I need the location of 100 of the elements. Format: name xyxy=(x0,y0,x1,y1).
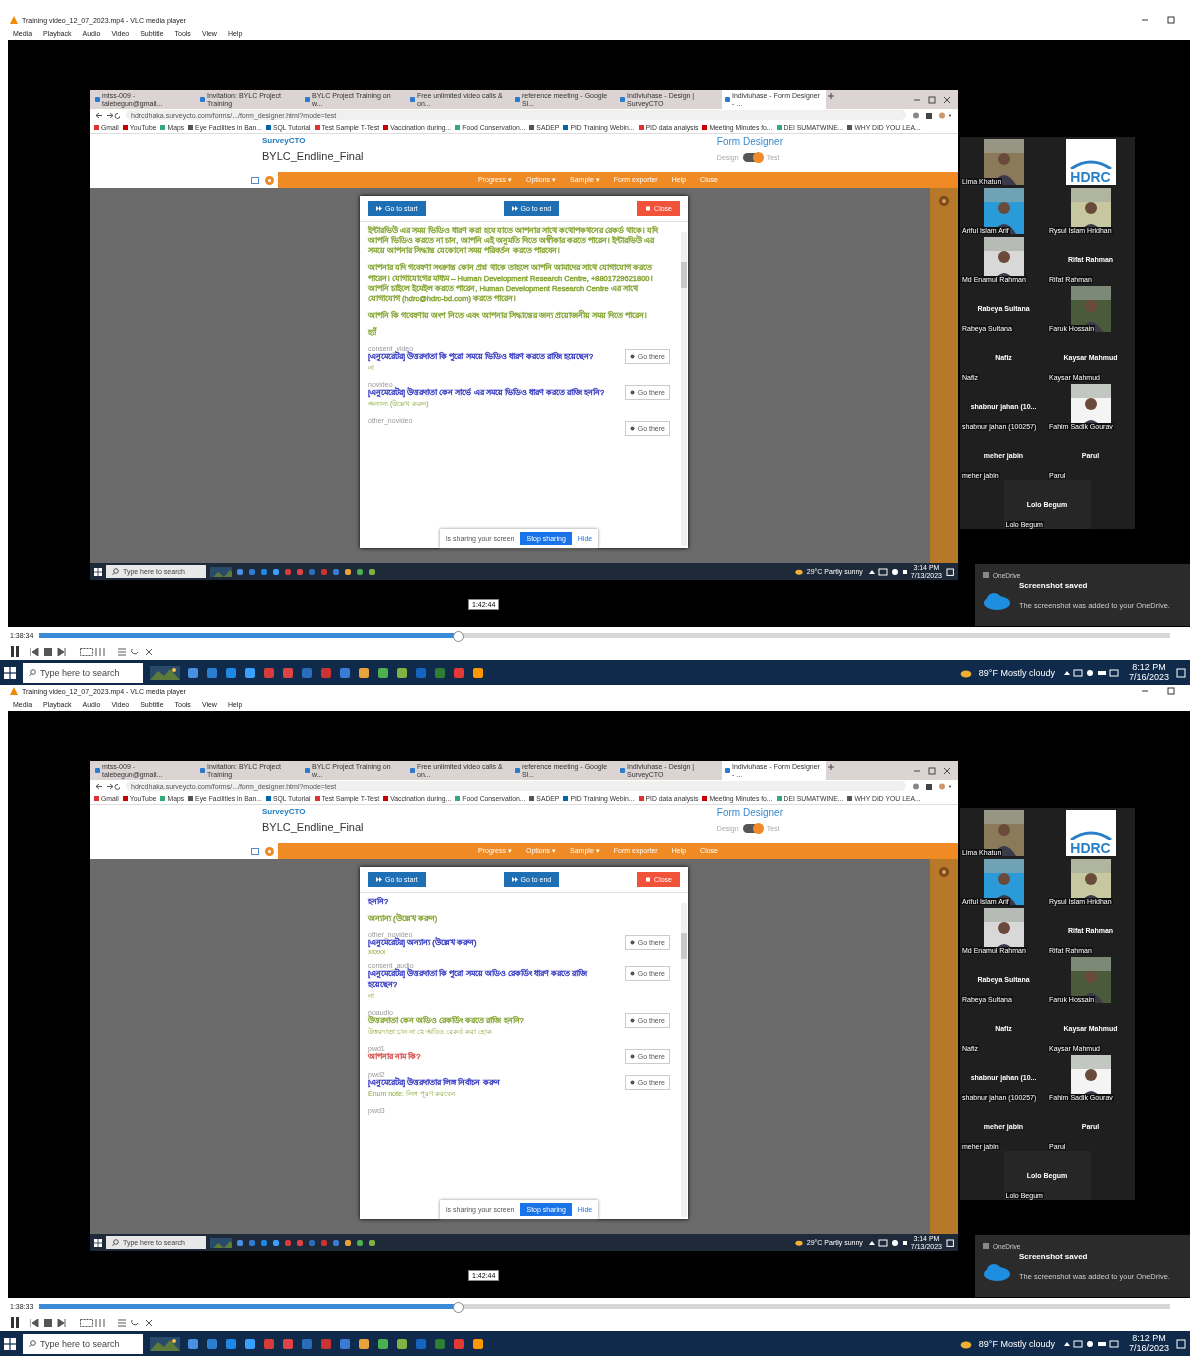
app-icon[interactable] xyxy=(206,666,218,679)
app-icon[interactable] xyxy=(396,666,408,679)
system-tray-icon xyxy=(866,567,907,576)
app-icon[interactable] xyxy=(339,1337,351,1350)
bookmark-icon xyxy=(94,795,99,801)
toggle-switch[interactable] xyxy=(742,153,763,162)
cloud-icon xyxy=(794,568,803,575)
app-icon[interactable] xyxy=(244,666,256,679)
navigation-icon[interactable] xyxy=(96,782,120,790)
search-field[interactable]: Type here to search xyxy=(23,662,143,683)
bookmark-icon xyxy=(160,124,166,130)
app-icon[interactable] xyxy=(263,666,275,679)
app-icon[interactable] xyxy=(206,1337,218,1350)
bookmark-icon xyxy=(529,795,535,801)
bookmark-icon xyxy=(455,795,461,801)
app-icon[interactable] xyxy=(434,666,446,679)
bookmark-icon xyxy=(776,795,782,801)
extension-icon[interactable] xyxy=(912,111,952,119)
bookmark-icon xyxy=(847,124,853,130)
seek-thumb[interactable] xyxy=(452,630,464,642)
bookmark-icon xyxy=(563,795,569,801)
circle-icon[interactable] xyxy=(939,196,949,206)
favicon-icon xyxy=(305,97,310,102)
traffic-cone-icon xyxy=(10,16,18,24)
windows-start-icon[interactable] xyxy=(94,1238,102,1247)
bookmark-icon xyxy=(383,795,389,801)
app-icon[interactable] xyxy=(377,666,389,679)
app-icon[interactable] xyxy=(282,666,294,679)
notification-icon[interactable] xyxy=(946,567,954,576)
bookmark-icon xyxy=(122,795,128,801)
app-icon[interactable] xyxy=(377,1337,389,1350)
notification-icon[interactable] xyxy=(1176,1338,1186,1349)
app-icon[interactable] xyxy=(453,1337,465,1350)
app-icon[interactable] xyxy=(225,666,237,679)
bookmark-icon xyxy=(188,124,194,130)
search-icon xyxy=(29,1340,36,1347)
dot-icon xyxy=(629,354,635,360)
bookmark-icon xyxy=(847,795,853,801)
app-icon[interactable] xyxy=(244,1337,256,1350)
skip-icon xyxy=(376,877,382,882)
app-icon[interactable] xyxy=(320,666,332,679)
gear-icon[interactable] xyxy=(265,175,274,185)
search-field[interactable]: Type here to search xyxy=(23,1333,143,1354)
app-icon[interactable] xyxy=(263,1337,275,1350)
window-controls-icon[interactable] xyxy=(912,95,952,104)
app-icon[interactable] xyxy=(358,1337,370,1350)
app-icon[interactable] xyxy=(187,666,199,679)
fullscreen-icon[interactable] xyxy=(80,1318,108,1327)
system-tray-icon xyxy=(1061,668,1122,677)
skip-icon xyxy=(511,877,518,882)
app-icon[interactable] xyxy=(282,1337,294,1350)
bookmark-icon xyxy=(94,124,99,130)
app-icon[interactable] xyxy=(472,666,484,679)
app-icon[interactable] xyxy=(358,666,370,679)
scrollbar-thumb[interactable] xyxy=(681,933,687,959)
app-icon[interactable] xyxy=(320,1337,332,1350)
favicon-icon xyxy=(200,97,205,102)
bookmark-icon xyxy=(160,795,166,801)
fullscreen-icon[interactable] xyxy=(80,647,108,656)
app-icon[interactable] xyxy=(339,666,351,679)
brand-logo: SurveyCTO xyxy=(262,136,307,145)
new-tab-icon[interactable] xyxy=(827,761,835,773)
windows-start-icon[interactable] xyxy=(94,567,102,576)
notification-icon[interactable] xyxy=(1176,667,1186,678)
bookmark-icon xyxy=(638,795,644,801)
app-icon[interactable] xyxy=(472,1337,484,1350)
gear-icon[interactable] xyxy=(265,846,274,856)
toast-title: Screenshot saved xyxy=(1019,1252,1089,1263)
circle-icon[interactable] xyxy=(939,867,949,877)
favicon-icon xyxy=(620,768,625,773)
app-icon[interactable] xyxy=(301,1337,313,1350)
calendar-icon[interactable] xyxy=(251,847,259,855)
navigation-icon[interactable] xyxy=(96,111,120,119)
bookmark-icon xyxy=(265,795,271,801)
app-icon[interactable] xyxy=(187,1337,199,1350)
windows-start-icon[interactable] xyxy=(4,1337,16,1350)
window-controls-icon[interactable] xyxy=(912,766,952,775)
seek-thumb[interactable] xyxy=(452,1301,464,1313)
calendar-icon[interactable] xyxy=(251,176,259,184)
new-tab-icon[interactable] xyxy=(827,90,835,102)
app-icon[interactable] xyxy=(225,1337,237,1350)
pause-icon[interactable] xyxy=(10,1317,20,1328)
roof-icon xyxy=(1068,158,1113,169)
app-icon[interactable] xyxy=(396,1337,408,1350)
dot-icon xyxy=(629,390,635,396)
app-icon[interactable] xyxy=(434,1337,446,1350)
toggle-switch[interactable] xyxy=(742,824,763,833)
bookmark-icon xyxy=(776,124,782,130)
notification-icon[interactable] xyxy=(946,1238,954,1247)
clock-date: 7/16/2023 xyxy=(1128,672,1169,682)
bookmark-icon xyxy=(638,124,644,130)
scrollbar-thumb[interactable] xyxy=(681,262,687,288)
extension-icon[interactable] xyxy=(912,782,952,790)
close-icon xyxy=(645,206,652,211)
app-icon[interactable] xyxy=(301,666,313,679)
dot-icon xyxy=(629,426,635,432)
pause-icon[interactable] xyxy=(10,646,20,657)
app-icon[interactable] xyxy=(453,666,465,679)
skip-icon xyxy=(376,206,382,211)
windows-start-icon[interactable] xyxy=(4,666,16,679)
